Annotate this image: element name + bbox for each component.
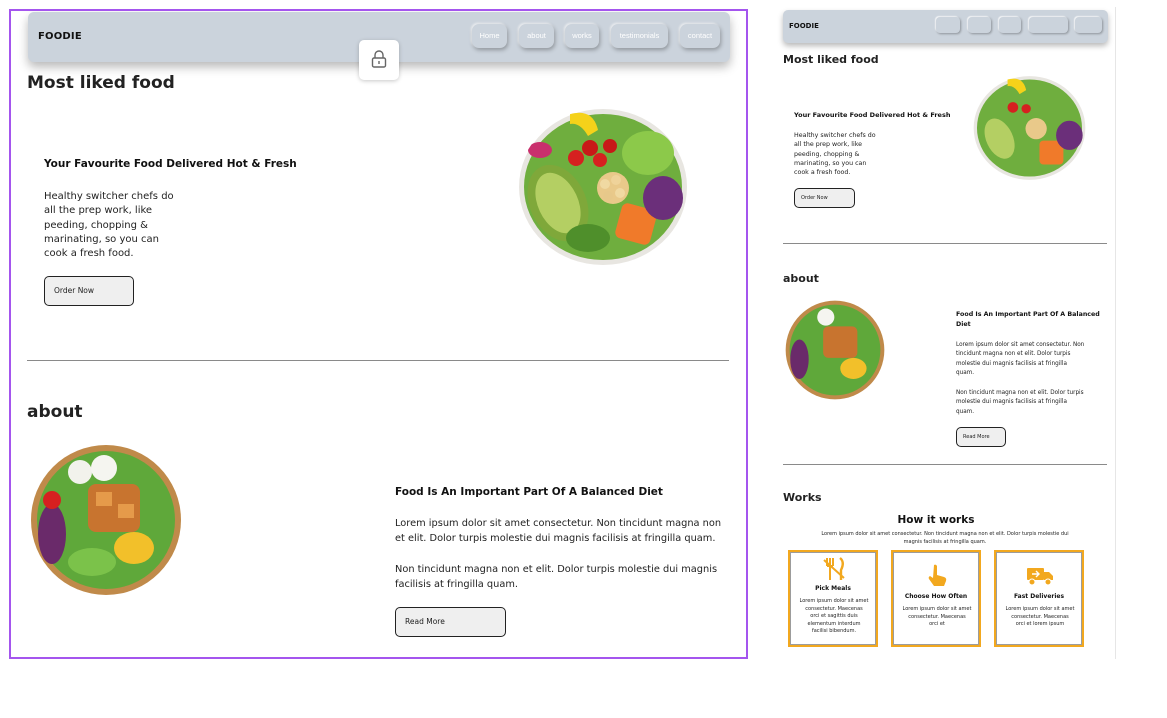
work-card-description-line: consectetur. Maecenas <box>805 605 863 612</box>
hero-description: Healthy switcher chefs do all the prep w… <box>44 190 174 261</box>
preview-read-more-button[interactable]: Read More <box>956 427 1006 447</box>
preview-nav-item-works[interactable] <box>999 17 1021 33</box>
work-card-pick-meals: Pick Meals Lorem ipsum dolor sit amet co… <box>788 550 878 647</box>
nav-item-home[interactable]: Home <box>472 24 507 48</box>
nav-item-testimonials[interactable]: testimonials <box>611 24 668 48</box>
preview-nav-item-contact[interactable] <box>1075 17 1102 33</box>
main-preview-frame: FOODIE Home about works testimonials con… <box>9 9 748 659</box>
preview-hero-description-line: cook a fresh food. <box>794 169 851 177</box>
preview-about-line: molestie dui magnis facilisis at fringil… <box>956 360 1067 367</box>
page-preview-panel: FOODIE Most liked food Your Favourite Fo… <box>774 7 1116 659</box>
work-card-description: Lorem ipsum dolor sit amet consectetur. … <box>897 606 977 629</box>
how-it-works-subtitle-line: Lorem ipsum dolor sit amet consectetur. … <box>821 531 1069 537</box>
lock-button[interactable] <box>359 40 399 80</box>
about-card-title: Food Is An Important Part Of A Balanced … <box>395 486 663 498</box>
preview-about-line: tincidunt magna non et elit. Dolor turpi… <box>956 351 1071 358</box>
hero-description-line: marinating, so you can <box>44 233 159 245</box>
preview-nav-item-home[interactable] <box>936 17 960 33</box>
how-it-works-heading: How it works <box>897 514 975 526</box>
nav-item-works[interactable]: works <box>565 24 599 48</box>
preview-about-line: molestie dui magnis facilisis at fringil… <box>956 399 1067 406</box>
work-card-fast-deliveries: Fast Deliveries Lorem ipsum dolor sit am… <box>994 550 1084 647</box>
preview-section-divider <box>783 243 1107 244</box>
preview-section-title-about: about <box>783 272 819 285</box>
chicken-salad-bowl-image <box>30 444 182 596</box>
work-card-description-line: orci et sagittis duis <box>810 613 858 619</box>
hero-description-line: Healthy switcher chefs do <box>44 191 174 202</box>
preview-about-line: quam. <box>956 369 975 376</box>
preview-order-now-button[interactable]: Order Now <box>794 188 855 208</box>
preview-nav-item-testimonials[interactable] <box>1029 17 1068 33</box>
about-paragraph-line: facilisis at fringilla quam. <box>395 579 519 590</box>
work-card-description: Lorem ipsum dolor sit amet consectetur. … <box>1000 606 1080 629</box>
section-title-most-liked: Most liked food <box>27 73 175 93</box>
preview-hero-card-title: Your Favourite Food Delivered Hot & Fres… <box>794 111 951 119</box>
how-it-works-subtitle-line: magnis facilisis at fringilla quam. <box>903 539 987 545</box>
preview-nav-item-about[interactable] <box>968 17 991 33</box>
read-more-button[interactable]: Read More <box>395 607 506 637</box>
preview-about-line: Non tincidunt magna non et elit. Dolor t… <box>956 390 1084 396</box>
preview-about-card-title-line: Diet <box>956 321 971 328</box>
hand-pointer-icon <box>928 564 947 586</box>
about-paragraph-line: et elit. Dolor turpis molestie dui magni… <box>395 533 716 544</box>
hero-description-line: peeding, chopping & <box>44 219 148 231</box>
preview-hero-description: Healthy switcher chefs do all the prep w… <box>794 131 876 177</box>
work-card-description-line: orci et lorem ipsum <box>1015 621 1065 627</box>
nav-item-contact[interactable]: contact <box>680 24 720 48</box>
work-card-description-line: Lorem ipsum dolor sit amet <box>799 598 869 604</box>
brand-logo[interactable]: FOODIE <box>38 31 82 42</box>
preview-section-title-works: Works <box>783 491 822 504</box>
hero-card-title: Your Favourite Food Delivered Hot & Fres… <box>44 158 297 170</box>
section-title-about: about <box>27 402 83 422</box>
how-it-works-subtitle: Lorem ipsum dolor sit amet consectetur. … <box>783 530 1107 546</box>
work-card-description-line: consectetur. Maecenas <box>1011 613 1069 620</box>
work-card-description-line: consectetur. Maecenas <box>908 613 966 620</box>
order-now-button[interactable]: Order Now <box>44 276 134 306</box>
preview-about-line: Lorem ipsum dolor sit amet consectetur. … <box>956 342 1085 348</box>
hero-description-line: all the prep work, like <box>44 205 153 217</box>
preview-about-paragraph-2: Non tincidunt magna non et elit. Dolor t… <box>956 389 1084 417</box>
delivery-truck-icon <box>1027 568 1053 586</box>
preview-chicken-salad-bowl-image <box>785 300 885 400</box>
work-card-description-line: elementum interdum <box>807 620 861 627</box>
work-card-description-line: orci et <box>929 621 945 627</box>
lock-icon <box>371 50 387 68</box>
about-paragraph-1: Lorem ipsum dolor sit amet consectetur. … <box>395 516 721 546</box>
preview-about-line: quam. <box>956 408 975 415</box>
preview-hero-description-line: marinating, so you can <box>794 159 867 167</box>
preview-about-paragraph-1: Lorem ipsum dolor sit amet consectetur. … <box>956 341 1084 378</box>
preview-section-title-most-liked: Most liked food <box>783 53 879 66</box>
work-card-title: Fast Deliveries <box>1013 593 1065 600</box>
preview-veggie-salad-image <box>973 75 1086 181</box>
hero-description-line: cook a fresh food. <box>44 248 134 260</box>
work-card-description-line: Lorem ipsum dolor sit amet <box>902 606 972 612</box>
work-card-title: Choose How Often <box>904 593 968 600</box>
preview-navbar: FOODIE <box>783 10 1108 43</box>
preview-hero-description-line: peeding, chopping & <box>794 150 860 158</box>
work-card-description-line: Lorem ipsum dolor sit amet <box>1005 606 1075 612</box>
preview-about-card-title: Food Is An Important Part Of A Balanced … <box>956 310 1100 330</box>
about-paragraph-2: Non tincidunt magna non et elit. Dolor t… <box>395 562 717 592</box>
work-card-choose-how-often: Choose How Often Lorem ipsum dolor sit a… <box>891 550 981 647</box>
preview-brand-logo[interactable]: FOODIE <box>789 22 819 30</box>
utensils-icon <box>823 557 845 580</box>
section-divider <box>27 360 729 361</box>
preview-hero-description-line: all the prep work, like <box>794 141 863 149</box>
about-paragraph-line: Lorem ipsum dolor sit amet consectetur. … <box>395 518 722 529</box>
preview-about-card-title-line: Food Is An Important Part Of A Balanced <box>956 311 1100 318</box>
nav-item-about[interactable]: about <box>519 24 554 48</box>
about-paragraph-line: Non tincidunt magna non et elit. Dolor t… <box>395 564 718 575</box>
preview-hero-description-line: Healthy switcher chefs do <box>794 132 876 139</box>
work-card-description: Lorem ipsum dolor sit amet consectetur. … <box>794 598 874 636</box>
preview-section-divider <box>783 464 1107 465</box>
veggie-salad-image <box>518 108 688 266</box>
work-card-title: Pick Meals <box>815 585 851 592</box>
work-card-description-line: facilisi bibendum. <box>811 628 857 634</box>
